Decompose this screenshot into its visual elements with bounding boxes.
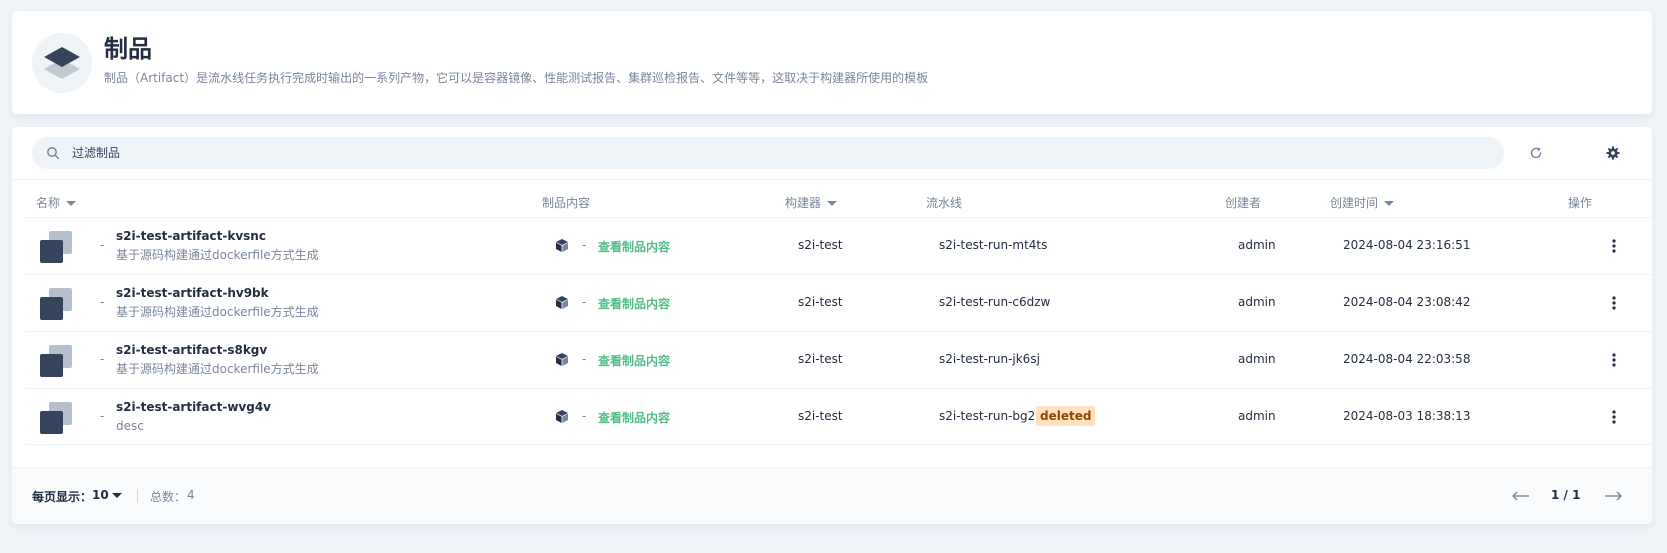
content-dash: - [582, 409, 587, 423]
creator-name: admin [1238, 352, 1276, 366]
toolbar-divider [12, 179, 1652, 180]
pipeline-name: s2i-test-run-mt4ts [939, 238, 1048, 252]
created-time: 2024-08-04 22:03:58 [1343, 352, 1471, 366]
more-vertical-icon [1612, 239, 1616, 253]
more-actions-button[interactable] [1604, 291, 1624, 315]
sort-caret-icon[interactable] [827, 201, 838, 206]
more-vertical-icon [1612, 353, 1616, 367]
builder-name: s2i-test [798, 409, 843, 423]
artifact-description: 基于源码构建通过dockerfile方式生成 [116, 248, 319, 262]
arrow-left-icon [1512, 491, 1529, 501]
table-row: - s2i-test-artifact-s8kgv 基于源码构建通过docker… [25, 331, 1652, 388]
artifact-icon [40, 288, 72, 320]
row-prefix-dash: - [100, 238, 105, 252]
artifact-description: desc [116, 419, 144, 433]
column-header-name-label: 名称 [36, 196, 61, 210]
builder-name: s2i-test [798, 295, 843, 309]
artifact-layers-icon [32, 33, 92, 93]
package-icon [556, 239, 568, 252]
artifact-name[interactable]: s2i-test-artifact-s8kgv [116, 342, 267, 358]
more-actions-button[interactable] [1604, 234, 1624, 258]
arrow-right-icon [1605, 491, 1622, 501]
sort-caret-icon[interactable] [1384, 201, 1395, 206]
column-header-creator: 创建者 [1225, 185, 1261, 221]
row-prefix-dash: - [100, 295, 105, 309]
search-icon [47, 147, 60, 160]
total-label: 总数： [150, 490, 187, 504]
table-row: - s2i-test-artifact-wvg4v desc - 查看制品内容 … [25, 388, 1652, 445]
footer-divider [137, 489, 138, 503]
column-header-builder-label: 构建器 [785, 196, 822, 210]
pipeline-name: s2i-test-run-bg2vj [939, 409, 1046, 423]
artifact-icon [40, 402, 72, 434]
view-artifact-content-link[interactable]: 查看制品内容 [598, 295, 670, 312]
table-row: - s2i-test-artifact-kvsnc 基于源码构建通过docker… [25, 217, 1652, 274]
column-header-created-at[interactable]: 创建时间 [1330, 185, 1395, 221]
artifact-description: 基于源码构建通过dockerfile方式生成 [116, 362, 319, 376]
creator-name: admin [1238, 295, 1276, 309]
content-dash: - [582, 352, 587, 366]
column-header-pipeline-label: 流水线 [926, 196, 963, 210]
gear-icon [1606, 146, 1620, 160]
column-header-name[interactable]: 名称 [36, 185, 77, 221]
table-row: - s2i-test-artifact-hv9bk 基于源码构建通过docker… [25, 274, 1652, 331]
refresh-icon [1530, 147, 1542, 159]
column-header-actions-label: 操作 [1568, 196, 1593, 210]
artifact-table-card: 名称 制品内容 构建器 流水线 创建者 创建时间 操作 - s2i-test-a… [12, 127, 1652, 524]
status-badge: deleted [1036, 406, 1096, 426]
page-title: 制品 [104, 35, 152, 63]
view-artifact-content-link[interactable]: 查看制品内容 [598, 352, 670, 369]
row-prefix-dash: - [100, 352, 105, 366]
artifact-icon [40, 345, 72, 377]
package-icon [556, 296, 568, 309]
more-actions-button[interactable] [1604, 348, 1624, 372]
package-icon [556, 353, 568, 366]
artifact-name[interactable]: s2i-test-artifact-kvsnc [116, 228, 266, 244]
column-header-content: 制品内容 [542, 185, 590, 221]
created-time: 2024-08-04 23:08:42 [1343, 295, 1471, 309]
table-footer: 每页显示： 10 总数： 4 1 / 1 [12, 467, 1652, 524]
view-artifact-content-link[interactable]: 查看制品内容 [598, 409, 670, 426]
more-vertical-icon [1612, 296, 1616, 310]
page-description: 制品（Artifact）是流水线任务执行完成时输出的一系列产物，它可以是容器镜像… [104, 71, 929, 85]
refresh-button[interactable] [1520, 137, 1552, 169]
sort-caret-icon[interactable] [66, 201, 77, 206]
column-header-content-label: 制品内容 [542, 196, 591, 210]
artifact-name[interactable]: s2i-test-artifact-wvg4v [116, 399, 271, 415]
more-actions-button[interactable] [1604, 405, 1624, 429]
more-vertical-icon [1612, 410, 1616, 424]
column-header-builder[interactable]: 构建器 [785, 185, 838, 221]
prev-page-button[interactable] [1507, 482, 1535, 510]
content-dash: - [582, 295, 587, 309]
row-prefix-dash: - [100, 409, 105, 423]
search-input[interactable] [72, 137, 1472, 169]
builder-name: s2i-test [798, 352, 843, 366]
settings-button[interactable] [1597, 137, 1629, 169]
pipeline-name: s2i-test-run-c6dzw [939, 295, 1051, 309]
package-icon [556, 410, 568, 423]
content-dash: - [582, 238, 587, 252]
artifact-icon [40, 231, 72, 263]
column-header-creator-label: 创建者 [1225, 196, 1262, 210]
pipeline-name: s2i-test-run-jk6sj [939, 352, 1040, 366]
artifact-name[interactable]: s2i-test-artifact-hv9bk [116, 285, 269, 301]
created-time: 2024-08-03 18:38:13 [1343, 409, 1471, 423]
page-size-select[interactable]: 10 [92, 488, 109, 502]
builder-name: s2i-test [798, 238, 843, 252]
column-header-created-at-label: 创建时间 [1330, 196, 1379, 210]
column-header-pipeline: 流水线 [926, 185, 962, 221]
artifact-description: 基于源码构建通过dockerfile方式生成 [116, 305, 319, 319]
page-size-label: 每页显示： [32, 490, 93, 504]
creator-name: admin [1238, 238, 1276, 252]
chevron-down-icon[interactable] [112, 493, 122, 498]
column-header-actions: 操作 [1568, 185, 1592, 221]
view-artifact-content-link[interactable]: 查看制品内容 [598, 238, 670, 255]
page-header: 制品 制品（Artifact）是流水线任务执行完成时输出的一系列产物，它可以是容… [12, 11, 1652, 114]
creator-name: admin [1238, 409, 1276, 423]
total-count: 4 [187, 488, 195, 502]
created-time: 2024-08-04 23:16:51 [1343, 238, 1471, 252]
page-indicator: 1 / 1 [1551, 488, 1581, 502]
search-bar[interactable] [32, 137, 1504, 169]
next-page-button[interactable] [1599, 482, 1627, 510]
